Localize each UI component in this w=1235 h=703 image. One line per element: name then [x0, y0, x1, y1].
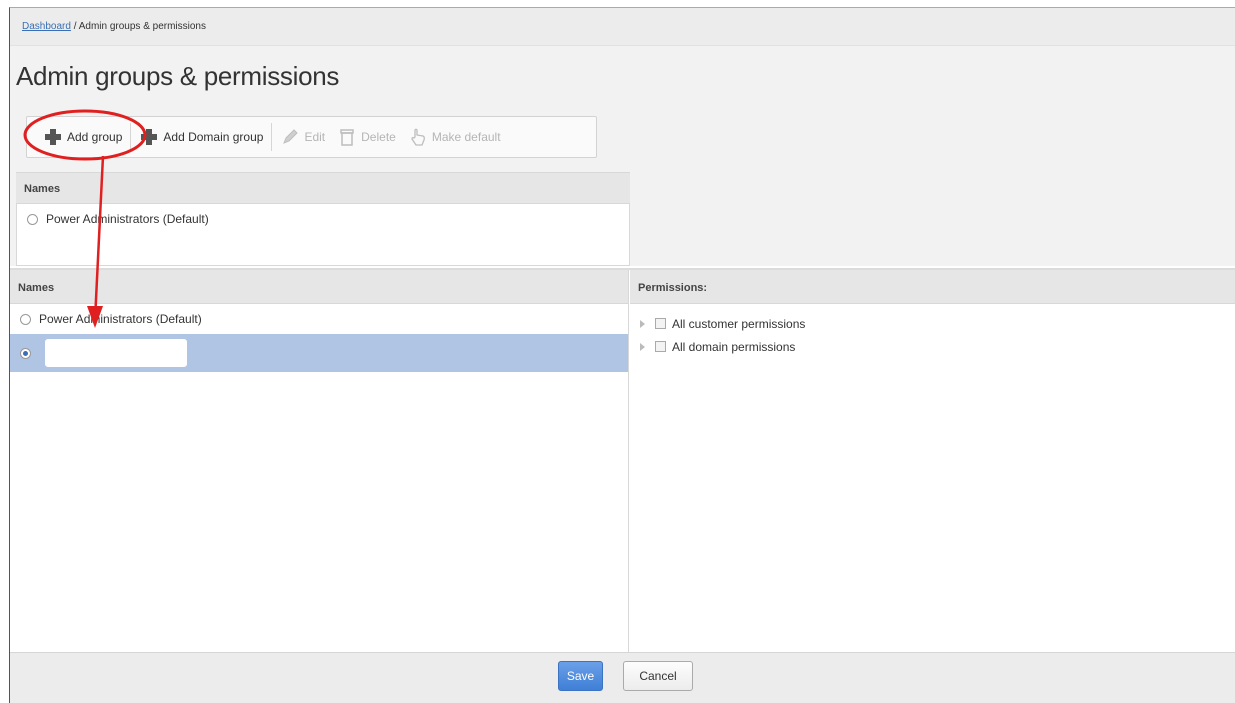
add-group-label: Add group [67, 130, 123, 144]
new-group-row[interactable] [10, 334, 628, 372]
edit-button[interactable]: Edit [274, 117, 331, 157]
edit-label: Edit [304, 130, 326, 144]
trash-icon [340, 129, 354, 146]
plus-icon [139, 127, 159, 147]
radio-button-selected[interactable] [20, 347, 31, 359]
permission-label: All domain permissions [672, 339, 796, 354]
add-domain-group-label: Add Domain group [163, 130, 264, 144]
names-list: Power Administrators (Default) [16, 204, 630, 266]
group-name-input[interactable] [45, 339, 187, 367]
toolbar: Add group Add Domain group Edit Delete M… [26, 116, 597, 158]
add-group-button[interactable]: Add group [37, 117, 128, 157]
cancel-button[interactable]: Cancel [623, 661, 693, 691]
permissions-panel: Permissions: All customer permissions Al… [630, 270, 1235, 654]
add-domain-group-button[interactable]: Add Domain group [133, 117, 269, 157]
permission-checkbox[interactable] [655, 341, 666, 352]
permission-label: All customer permissions [672, 316, 806, 331]
make-default-button[interactable]: Make default [402, 117, 507, 157]
page-title: Admin groups & permissions [16, 61, 340, 91]
top-area: Dashboard / Admin groups & permissions A… [10, 8, 1235, 266]
permissions-header: Permissions: [630, 270, 1235, 304]
toolbar-divider [130, 123, 132, 151]
breadcrumb-dashboard-link[interactable]: Dashboard [22, 21, 71, 32]
hand-pointer-icon [411, 128, 425, 146]
permission-row: All domain permissions [630, 335, 1235, 358]
group-name: Power Administrators (Default) [46, 212, 209, 226]
pencil-icon [283, 129, 299, 144]
plus-icon [43, 127, 63, 147]
toolbar-divider [271, 123, 273, 151]
names-panel-before: Names Power Administrators (Default) [16, 172, 630, 266]
make-default-label: Make default [431, 130, 501, 144]
names-header: Names [10, 270, 628, 304]
delete-label: Delete [361, 130, 396, 144]
breadcrumb: Dashboard / Admin groups & permissions [10, 8, 1235, 46]
list-item[interactable]: Power Administrators (Default) [17, 204, 629, 234]
group-name: Power Administrators (Default) [39, 312, 202, 326]
radio-button[interactable] [27, 213, 38, 225]
list-item[interactable]: Power Administrators (Default) [10, 304, 628, 334]
app-window: Dashboard / Admin groups & permissions A… [9, 7, 1235, 703]
expand-arrow-icon[interactable] [640, 342, 645, 351]
save-button[interactable]: Save [558, 661, 603, 691]
breadcrumb-current: Admin groups & permissions [78, 21, 206, 32]
radio-button[interactable] [20, 313, 31, 325]
breadcrumb-separator: / [70, 21, 79, 32]
permission-checkbox[interactable] [655, 318, 666, 329]
names-panel-after: Names Power Administrators (Default) [10, 270, 629, 654]
delete-button[interactable]: Delete [331, 117, 402, 157]
expand-arrow-icon[interactable] [640, 319, 645, 328]
permission-row: All customer permissions [630, 312, 1235, 335]
footer-bar: Save Cancel [10, 652, 1235, 703]
names-header: Names [16, 172, 630, 204]
groups-editor: Names Power Administrators (Default) Per… [10, 268, 1235, 654]
